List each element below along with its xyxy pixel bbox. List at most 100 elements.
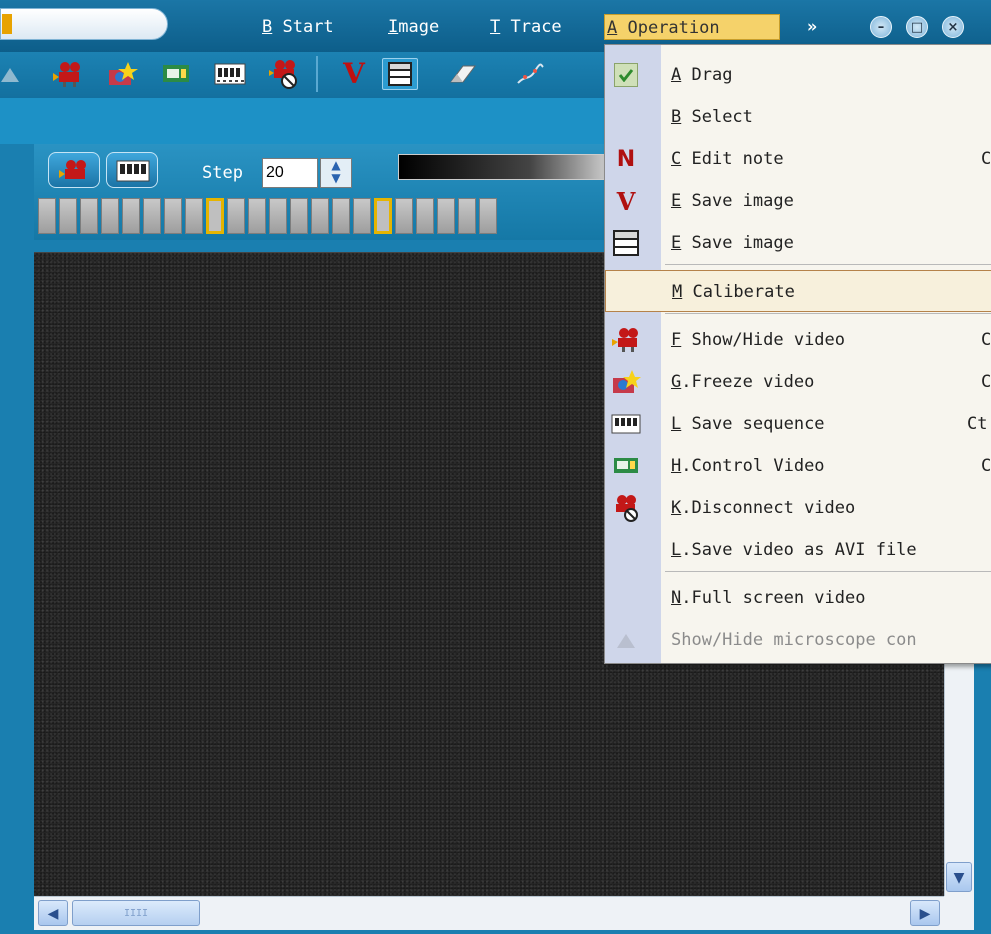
menu-item-show-hide-video[interactable]: F Show/Hide video C	[605, 319, 991, 361]
frame-cell[interactable]	[458, 198, 476, 234]
scroll-right-button[interactable]: ▶	[910, 900, 940, 926]
save-sequence-icon[interactable]	[212, 58, 248, 90]
menu-item-drag[interactable]: A Drag	[605, 54, 991, 96]
frame-cell[interactable]	[290, 198, 308, 234]
menu-item-icon-slot	[611, 228, 641, 258]
frame-cell[interactable]	[80, 198, 98, 234]
save-image-v-icon: V	[616, 186, 636, 216]
frame-cell[interactable]	[38, 198, 56, 234]
menu-item-accelerator: E	[671, 233, 682, 253]
step-input[interactable]: 20	[262, 158, 318, 188]
menu-item-icon-slot	[611, 102, 641, 132]
menu-item-label: Show/Hide microscope con	[671, 619, 917, 661]
show-hide-video-icon	[612, 328, 638, 352]
save-image-frame-icon	[613, 230, 639, 256]
minimize-button[interactable]: –	[870, 16, 892, 38]
save-image-frame-icon[interactable]	[382, 58, 418, 90]
menu-item-disconnect-video[interactable]: K.Disconnect video	[605, 487, 991, 529]
video-camera-button[interactable]	[48, 152, 100, 188]
menu-item-icon-slot	[611, 325, 641, 355]
menu-item-save-image[interactable]: V E Save image	[605, 180, 991, 222]
menu-separator	[665, 264, 991, 265]
frame-cell[interactable]	[227, 198, 245, 234]
frame-cell[interactable]	[59, 198, 77, 234]
menu-item-accelerator: K	[671, 498, 682, 518]
frame-cell[interactable]	[164, 198, 182, 234]
menu-image-key: I	[388, 17, 399, 37]
step-spinner[interactable]: ▲ ▼	[320, 158, 352, 188]
frame-cell[interactable]	[311, 198, 329, 234]
disconnect-video-icon	[616, 495, 638, 522]
menu-item-icon-slot	[611, 583, 641, 613]
menu-operation-label: Operation	[617, 18, 720, 38]
menu-more-chevron-icon[interactable]: »	[794, 14, 830, 40]
menu-item-text: .Control Video	[681, 456, 825, 476]
menu-item-text: .Full screen video	[681, 588, 866, 608]
menu-item-accelerator: F	[671, 330, 682, 350]
step-down-icon[interactable]: ▼	[321, 172, 351, 185]
frame-strip	[38, 198, 618, 234]
menu-item-caliberate[interactable]: M Caliberate	[605, 270, 991, 312]
maximize-button[interactable]: □	[906, 16, 928, 38]
eraser-icon[interactable]	[444, 58, 480, 90]
menu-item-text: Select	[681, 107, 753, 127]
frame-cell[interactable]	[122, 198, 140, 234]
frame-cell[interactable]	[332, 198, 350, 234]
frame-cell[interactable]	[353, 198, 371, 234]
menu-item-save-image[interactable]: E Save image	[605, 222, 991, 264]
menu-item-label: G.Freeze video	[671, 361, 814, 403]
frame-cell[interactable]	[479, 198, 497, 234]
frame-cell-marked[interactable]	[206, 198, 224, 234]
menu-item-freeze-video[interactable]: G.Freeze video C	[605, 361, 991, 403]
menu-item-edit-note[interactable]: NC Edit note C	[605, 138, 991, 180]
menu-item-full-screen-video[interactable]: N.Full screen video	[605, 577, 991, 619]
toolbar-divider	[316, 56, 318, 92]
save-image-v-icon[interactable]: V	[336, 58, 372, 90]
menu-item-save-video-as-avi-file[interactable]: L.Save video as AVI file	[605, 529, 991, 571]
intensity-slider[interactable]	[398, 154, 618, 180]
frame-cell[interactable]	[395, 198, 413, 234]
menu-item-label: N.Full screen video	[671, 577, 865, 619]
frame-cell[interactable]	[185, 198, 203, 234]
show-hide-video-icon[interactable]	[50, 58, 86, 90]
frame-cell[interactable]	[416, 198, 434, 234]
menu-item-text: .Disconnect video	[681, 498, 856, 518]
menu-trace[interactable]: T Trace	[490, 14, 562, 40]
toolbar-overflow-icon[interactable]	[0, 58, 20, 90]
menu-start-label: Start	[272, 17, 334, 37]
frame-cell[interactable]	[143, 198, 161, 234]
trace-icon[interactable]	[512, 58, 548, 90]
scroll-left-button[interactable]: ◀	[38, 900, 68, 926]
menu-item-label: L Save sequence	[671, 403, 825, 445]
menu-item-save-sequence[interactable]: L Save sequence Ct	[605, 403, 991, 445]
menu-operation-key: A	[607, 18, 618, 38]
frame-cell[interactable]	[248, 198, 266, 234]
disconnect-video-icon[interactable]	[266, 58, 302, 90]
frame-cell[interactable]	[101, 198, 119, 234]
menu-item-select[interactable]: B Select	[605, 96, 991, 138]
frame-cell[interactable]	[269, 198, 287, 234]
menu-item-icon-slot	[611, 625, 641, 655]
freeze-video-icon[interactable]	[104, 58, 140, 90]
menu-item-label: H.Control Video	[671, 445, 825, 487]
app-logo-icon	[2, 14, 12, 34]
frame-cell[interactable]	[437, 198, 455, 234]
note-n-icon: N	[616, 146, 636, 172]
menu-operation[interactable]: A Operation	[604, 14, 780, 40]
menu-item-label: B Select	[671, 96, 753, 138]
scroll-down-button[interactable]: ▼	[946, 862, 972, 892]
menu-item-control-video[interactable]: H.Control Video C	[605, 445, 991, 487]
menu-item-text: Caliberate	[682, 282, 795, 302]
control-video-icon[interactable]	[158, 58, 194, 90]
sequence-button[interactable]	[106, 152, 158, 188]
menu-item-accelerator: B	[671, 107, 682, 127]
menu-trace-key: T	[490, 17, 501, 37]
menu-item-accelerator: E	[671, 191, 682, 211]
frame-cell-marked[interactable]	[374, 198, 392, 234]
control-video-icon	[614, 458, 638, 473]
close-button[interactable]: ×	[942, 16, 964, 38]
horizontal-scroll-thumb[interactable]: IIII	[72, 900, 200, 926]
menu-item-icon-slot	[611, 493, 641, 523]
menu-start[interactable]: B Start	[262, 14, 334, 40]
menu-image[interactable]: Image	[388, 14, 439, 40]
